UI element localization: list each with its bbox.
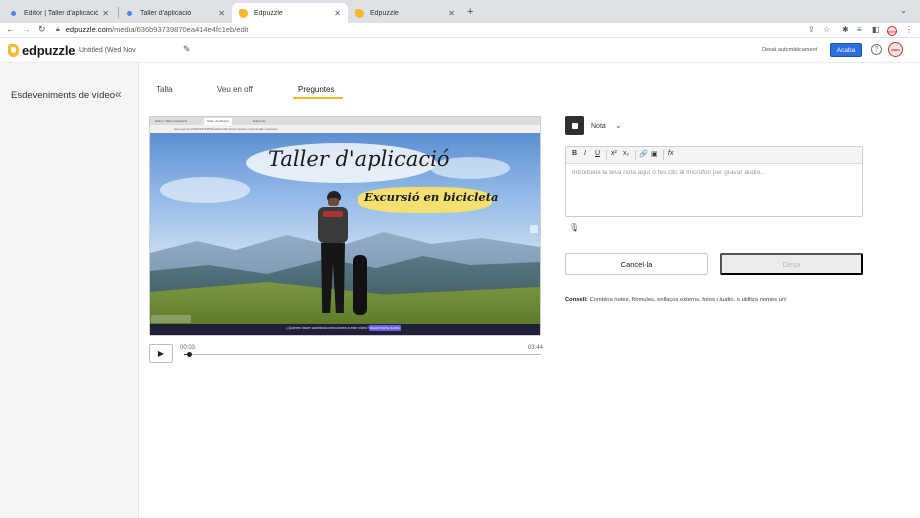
toolbar-separator xyxy=(635,150,636,160)
tip-body: Combina notes, fórmules, enllaços extern… xyxy=(589,297,787,303)
tab-talla[interactable]: Talla xyxy=(156,85,172,94)
video-tabstrip: Editor | Taller d'aplicació Taller d'apl… xyxy=(150,117,540,125)
browser-tab-label: Edpuzzle xyxy=(254,9,283,17)
video-bottom-text: ¿Quieres hacer cambios/correcciones a es… xyxy=(286,326,370,330)
link-icon[interactable]: 🔗 xyxy=(639,150,648,158)
microphone-icon[interactable]: 🎙︎ xyxy=(569,223,579,232)
menu-icon[interactable]: ⋮ xyxy=(905,25,913,34)
note-placeholder: Introdueix la teva nota aquí o fes clic … xyxy=(572,169,766,176)
save-button[interactable]: Desa xyxy=(720,253,863,275)
toolbar-separator xyxy=(663,150,664,160)
help-icon[interactable]: ? xyxy=(871,44,882,55)
back-icon[interactable]: ← xyxy=(6,24,15,34)
chrome-icon xyxy=(125,8,134,18)
question-type-label[interactable]: Nota xyxy=(591,123,606,130)
play-button[interactable]: ▶ xyxy=(149,344,173,363)
url-host: edpuzzle.com xyxy=(65,25,113,34)
url-path: /media/636b93739870ea414e4fc1eb/edit xyxy=(112,25,249,34)
video-events-sidebar: Esdeveniments de vídeo « xyxy=(0,63,139,518)
video-cloud xyxy=(160,177,250,203)
cyclist-figure xyxy=(313,191,357,313)
autosave-status: Desat automàticament xyxy=(762,47,818,53)
video-inner-tab: Editor | Taller d'aplicació xyxy=(155,119,188,123)
share-icon[interactable]: ⇪ xyxy=(808,25,815,34)
browser-tab-edpuzzle-active[interactable]: Edpuzzle ✕ xyxy=(232,3,348,23)
browser-tab-bar: Editor | Taller d'aplicació ✕ Taller d'a… xyxy=(0,0,920,23)
cyclist-strap xyxy=(323,211,343,217)
address-bar: ← → ↻ 🔒︎ edpuzzle.com/media/636b93739870… xyxy=(0,23,920,38)
url-field[interactable]: 🔒︎ edpuzzle.com/media/636b93739870ea414e… xyxy=(56,25,248,34)
tab-veu-en-off[interactable]: Veu en off xyxy=(217,85,253,94)
video-inner-url: www.genial.ly/636b93739870ea414e4fc1eb/i… xyxy=(174,127,278,131)
italic-button[interactable]: I xyxy=(584,150,586,157)
sidepanel-icon[interactable]: ◧ xyxy=(872,25,880,34)
video-subtitle: Excursió en bicicleta xyxy=(364,190,499,204)
chrome-icon xyxy=(9,8,18,18)
video-title: Taller d'aplicació xyxy=(268,147,450,171)
cyclist-head xyxy=(328,198,339,206)
browser-profile-avatar[interactable]: dom xyxy=(887,26,897,36)
edpuzzle-logo[interactable]: edpuzzle xyxy=(8,43,75,58)
edpuzzle-logo-icon xyxy=(8,44,19,57)
subscript-button[interactable]: x₂ xyxy=(623,150,629,157)
extensions-icon[interactable]: ✱ xyxy=(842,25,849,34)
tab-preguntes[interactable]: Preguntes xyxy=(298,85,334,94)
star-icon[interactable]: ☆ xyxy=(823,25,830,34)
lock-icon: 🔒︎ xyxy=(56,25,60,33)
logo-text: edpuzzle xyxy=(22,43,76,58)
close-icon[interactable]: ✕ xyxy=(448,9,455,18)
fullscreen-icon[interactable] xyxy=(530,225,538,233)
video-inner-controls xyxy=(151,315,191,323)
video-inner-tab: Edpuzzle xyxy=(253,119,266,123)
forward-icon[interactable]: → xyxy=(22,24,31,34)
editor-toolbar: B I U x² x₂ 🔗 ▣ fx xyxy=(566,147,862,164)
reload-icon[interactable]: ↻ xyxy=(38,24,46,35)
collapse-sidebar-icon[interactable]: « xyxy=(115,87,122,101)
pencil-icon[interactable]: ✎ xyxy=(183,44,191,55)
active-tab-indicator xyxy=(293,97,343,99)
bicycle xyxy=(353,255,367,315)
video-inner-tab: Taller d'aplicació xyxy=(204,118,232,125)
sidebar-title: Esdeveniments de vídeo xyxy=(11,90,116,101)
browser-tab-label: Editor | Taller d'aplicació xyxy=(24,9,99,17)
bold-button[interactable]: B xyxy=(572,150,577,157)
browser-tab-editor[interactable]: Editor | Taller d'aplicació ✕ xyxy=(2,3,116,23)
image-icon[interactable]: ▣ xyxy=(651,150,658,158)
browser-tab-taller[interactable]: Taller d'aplicació ✕ xyxy=(118,3,232,23)
progress-bar[interactable] xyxy=(184,354,541,355)
chevron-down-icon[interactable]: ⌄ xyxy=(900,6,907,15)
browser-tab-label: Taller d'aplicació xyxy=(140,9,192,17)
close-icon[interactable]: ✕ xyxy=(334,9,341,18)
current-time: 00:03 xyxy=(180,345,196,351)
note-editor[interactable]: B I U x² x₂ 🔗 ▣ fx Introdueix la teva no… xyxy=(565,146,863,217)
toolbar-separator xyxy=(606,150,607,160)
tip-label: Consell: xyxy=(565,297,588,303)
underline-button[interactable]: U xyxy=(595,150,600,157)
browser-tab-label: Edpuzzle xyxy=(370,9,399,17)
avatar[interactable]: dom xyxy=(888,42,903,57)
video-player[interactable]: Editor | Taller d'aplicació Taller d'apl… xyxy=(149,116,541,336)
new-tab-button[interactable]: + xyxy=(467,6,473,18)
media-icon[interactable]: ≡ xyxy=(857,25,862,34)
edpuzzle-icon xyxy=(239,8,248,18)
tip-text: Consell: Combina notes, fórmules, enllaç… xyxy=(565,297,787,303)
total-time: 03:44 xyxy=(528,345,544,351)
close-icon[interactable]: ✕ xyxy=(218,9,225,18)
document-title[interactable]: Untitled (Wed Nov xyxy=(79,47,136,54)
browser-tab-edpuzzle[interactable]: Edpuzzle ✕ xyxy=(348,3,462,23)
edpuzzle-icon xyxy=(355,8,364,18)
cyclist-legs xyxy=(321,243,345,313)
chevron-down-icon[interactable]: ⌄ xyxy=(615,121,622,130)
video-register-button: REGISTRATE AHORA xyxy=(369,325,401,331)
app-header: edpuzzle Untitled (Wed Nov ✎ Desat autom… xyxy=(0,38,920,63)
finish-button[interactable]: Acaba xyxy=(830,43,862,57)
play-icon: ▶ xyxy=(157,349,165,358)
cancel-button[interactable]: Cancel·la xyxy=(565,253,708,275)
superscript-button[interactable]: x² xyxy=(611,150,617,157)
video-browser-chrome: Editor | Taller d'aplicació Taller d'apl… xyxy=(150,117,540,133)
progress-handle[interactable] xyxy=(186,352,192,357)
close-icon[interactable]: ✕ xyxy=(102,9,109,18)
formula-button[interactable]: fx xyxy=(668,150,673,157)
note-icon[interactable] xyxy=(565,116,584,135)
